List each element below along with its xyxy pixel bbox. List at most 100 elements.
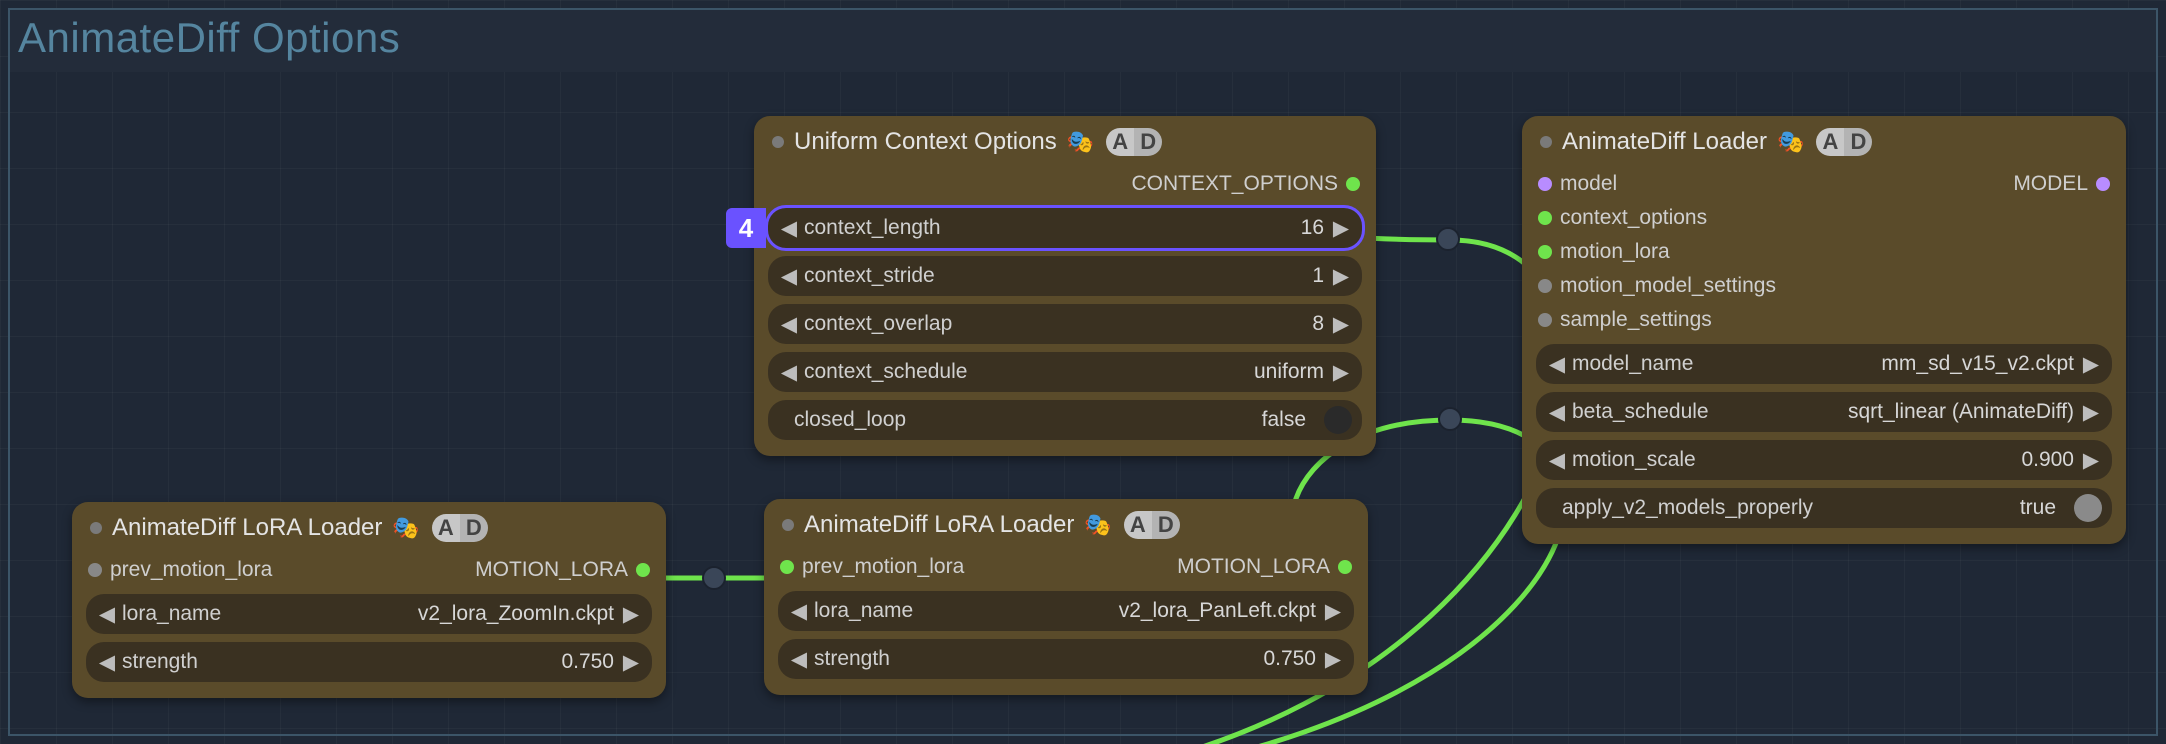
chevron-right-icon[interactable]: ▶ <box>2080 352 2102 377</box>
input-motion-lora[interactable]: motion_lora <box>1528 238 1786 266</box>
port-label: prev_motion_lora <box>110 558 272 582</box>
socket-icon[interactable] <box>88 563 102 577</box>
socket-icon[interactable] <box>1538 313 1552 327</box>
output-model[interactable]: MODEL <box>2003 170 2120 198</box>
widget-value[interactable]: sqrt_linear (AnimateDiff) <box>1709 400 2080 424</box>
masks-icon: 🎭 <box>1084 512 1111 538</box>
chevron-left-icon[interactable]: ◀ <box>1546 448 1568 473</box>
widget-label: beta_schedule <box>1568 400 1709 424</box>
chevron-right-icon[interactable]: ▶ <box>620 650 642 675</box>
input-context-options[interactable]: context_options <box>1528 204 1786 232</box>
node-header[interactable]: AnimateDiff LoRA Loader 🎭 AD <box>72 502 666 550</box>
collapse-dot-icon[interactable] <box>90 522 102 534</box>
input-prev-motion-lora[interactable]: prev_motion_lora <box>78 556 282 584</box>
widget-context-stride[interactable]: ◀ context_stride 1 ▶ <box>768 256 1362 296</box>
widget-context-overlap[interactable]: ◀ context_overlap 8 ▶ <box>768 304 1362 344</box>
output-motion-lora[interactable]: MOTION_LORA <box>1167 553 1362 581</box>
port-label: model <box>1560 172 1617 196</box>
chevron-left-icon[interactable]: ◀ <box>96 602 118 627</box>
socket-icon[interactable] <box>1346 177 1360 191</box>
widget-beta-schedule[interactable]: ◀ beta_schedule sqrt_linear (AnimateDiff… <box>1536 392 2112 432</box>
widget-value[interactable]: 0.750 <box>198 650 620 674</box>
toggle-on-icon[interactable] <box>2074 494 2102 522</box>
collapse-dot-icon[interactable] <box>1540 136 1552 148</box>
port-label: prev_motion_lora <box>802 555 964 579</box>
widget-value[interactable]: v2_lora_PanLeft.ckpt <box>913 599 1322 623</box>
socket-icon[interactable] <box>636 563 650 577</box>
node-title: Uniform Context Options <box>794 128 1057 156</box>
port-label: MOTION_LORA <box>475 558 628 582</box>
chevron-left-icon[interactable]: ◀ <box>788 599 810 624</box>
widget-label: context_stride <box>800 264 935 288</box>
widget-apply-v2[interactable]: apply_v2_models_properly true <box>1536 488 2112 528</box>
chevron-right-icon[interactable]: ▶ <box>620 602 642 627</box>
input-sample-settings[interactable]: sample_settings <box>1528 306 1786 334</box>
chevron-left-icon[interactable]: ◀ <box>788 647 810 672</box>
socket-icon[interactable] <box>1538 279 1552 293</box>
socket-icon[interactable] <box>1538 177 1552 191</box>
chevron-right-icon[interactable]: ▶ <box>1330 360 1352 385</box>
node-lora-loader-1[interactable]: AnimateDiff LoRA Loader 🎭 AD prev_motion… <box>72 502 666 698</box>
collapse-dot-icon[interactable] <box>772 136 784 148</box>
toggle-off-icon[interactable] <box>1324 406 1352 434</box>
chevron-right-icon[interactable]: ▶ <box>1322 647 1344 672</box>
output-context-options[interactable]: CONTEXT_OPTIONS <box>1121 170 1370 198</box>
port-label: MODEL <box>2013 172 2088 196</box>
widget-value[interactable]: v2_lora_ZoomIn.ckpt <box>221 602 620 626</box>
chevron-left-icon[interactable]: ◀ <box>778 312 800 337</box>
widget-label: closed_loop <box>778 408 906 432</box>
widget-label: context_overlap <box>800 312 952 336</box>
chevron-left-icon[interactable]: ◀ <box>778 264 800 289</box>
widget-value[interactable]: 0.750 <box>890 647 1322 671</box>
widget-lora-name[interactable]: ◀ lora_name v2_lora_ZoomIn.ckpt ▶ <box>86 594 652 634</box>
widget-context-length[interactable]: 4 ◀ context_length 16 ▶ <box>768 208 1362 248</box>
chevron-right-icon[interactable]: ▶ <box>1322 599 1344 624</box>
widget-model-name[interactable]: ◀ model_name mm_sd_v15_v2.ckpt ▶ <box>1536 344 2112 384</box>
widget-value[interactable]: 16 <box>941 216 1330 240</box>
socket-icon[interactable] <box>1538 245 1552 259</box>
chevron-right-icon[interactable]: ▶ <box>1330 312 1352 337</box>
node-header[interactable]: AnimateDiff LoRA Loader 🎭 AD <box>764 499 1368 547</box>
chevron-left-icon[interactable]: ◀ <box>1546 400 1568 425</box>
port-label: context_options <box>1560 206 1707 230</box>
socket-icon[interactable] <box>1538 211 1552 225</box>
node-uniform-context-options[interactable]: Uniform Context Options 🎭 AD CONTEXT_OPT… <box>754 116 1376 456</box>
chevron-right-icon[interactable]: ▶ <box>1330 264 1352 289</box>
node-title: AnimateDiff Loader <box>1562 128 1767 156</box>
node-header[interactable]: Uniform Context Options 🎭 AD <box>754 116 1376 164</box>
collapse-dot-icon[interactable] <box>782 519 794 531</box>
widget-value[interactable]: 0.900 <box>1696 448 2080 472</box>
widget-motion-scale[interactable]: ◀ motion_scale 0.900 ▶ <box>1536 440 2112 480</box>
widget-lora-name[interactable]: ◀ lora_name v2_lora_PanLeft.ckpt ▶ <box>778 591 1354 631</box>
widget-value: true <box>1813 496 2068 520</box>
widget-value[interactable]: 1 <box>935 264 1330 288</box>
widget-value[interactable]: 8 <box>952 312 1330 336</box>
widget-value[interactable]: mm_sd_v15_v2.ckpt <box>1693 352 2080 376</box>
widget-strength[interactable]: ◀ strength 0.750 ▶ <box>86 642 652 682</box>
widget-closed-loop[interactable]: closed_loop false <box>768 400 1362 440</box>
widget-value[interactable]: uniform <box>967 360 1330 384</box>
port-label: motion_model_settings <box>1560 274 1776 298</box>
widget-label: lora_name <box>810 599 913 623</box>
node-lora-loader-2[interactable]: AnimateDiff LoRA Loader 🎭 AD prev_motion… <box>764 499 1368 695</box>
node-header[interactable]: AnimateDiff Loader 🎭 AD <box>1522 116 2126 164</box>
ad-badge-icon: AD <box>1124 511 1180 539</box>
node-animatediff-loader[interactable]: AnimateDiff Loader 🎭 AD model context_op… <box>1522 116 2126 544</box>
output-motion-lora[interactable]: MOTION_LORA <box>465 556 660 584</box>
chevron-left-icon[interactable]: ◀ <box>1546 352 1568 377</box>
input-model[interactable]: model <box>1528 170 1786 198</box>
chevron-right-icon[interactable]: ▶ <box>2080 400 2102 425</box>
chevron-left-icon[interactable]: ◀ <box>778 216 800 241</box>
widget-strength[interactable]: ◀ strength 0.750 ▶ <box>778 639 1354 679</box>
socket-icon[interactable] <box>1338 560 1352 574</box>
socket-icon[interactable] <box>780 560 794 574</box>
input-prev-motion-lora[interactable]: prev_motion_lora <box>770 553 974 581</box>
widget-context-schedule[interactable]: ◀ context_schedule uniform ▶ <box>768 352 1362 392</box>
chevron-left-icon[interactable]: ◀ <box>778 360 800 385</box>
chevron-right-icon[interactable]: ▶ <box>2080 448 2102 473</box>
input-motion-model-settings[interactable]: motion_model_settings <box>1528 272 1786 300</box>
chevron-right-icon[interactable]: ▶ <box>1330 216 1352 241</box>
chevron-left-icon[interactable]: ◀ <box>96 650 118 675</box>
socket-icon[interactable] <box>2096 177 2110 191</box>
masks-icon: 🎭 <box>1777 129 1804 155</box>
